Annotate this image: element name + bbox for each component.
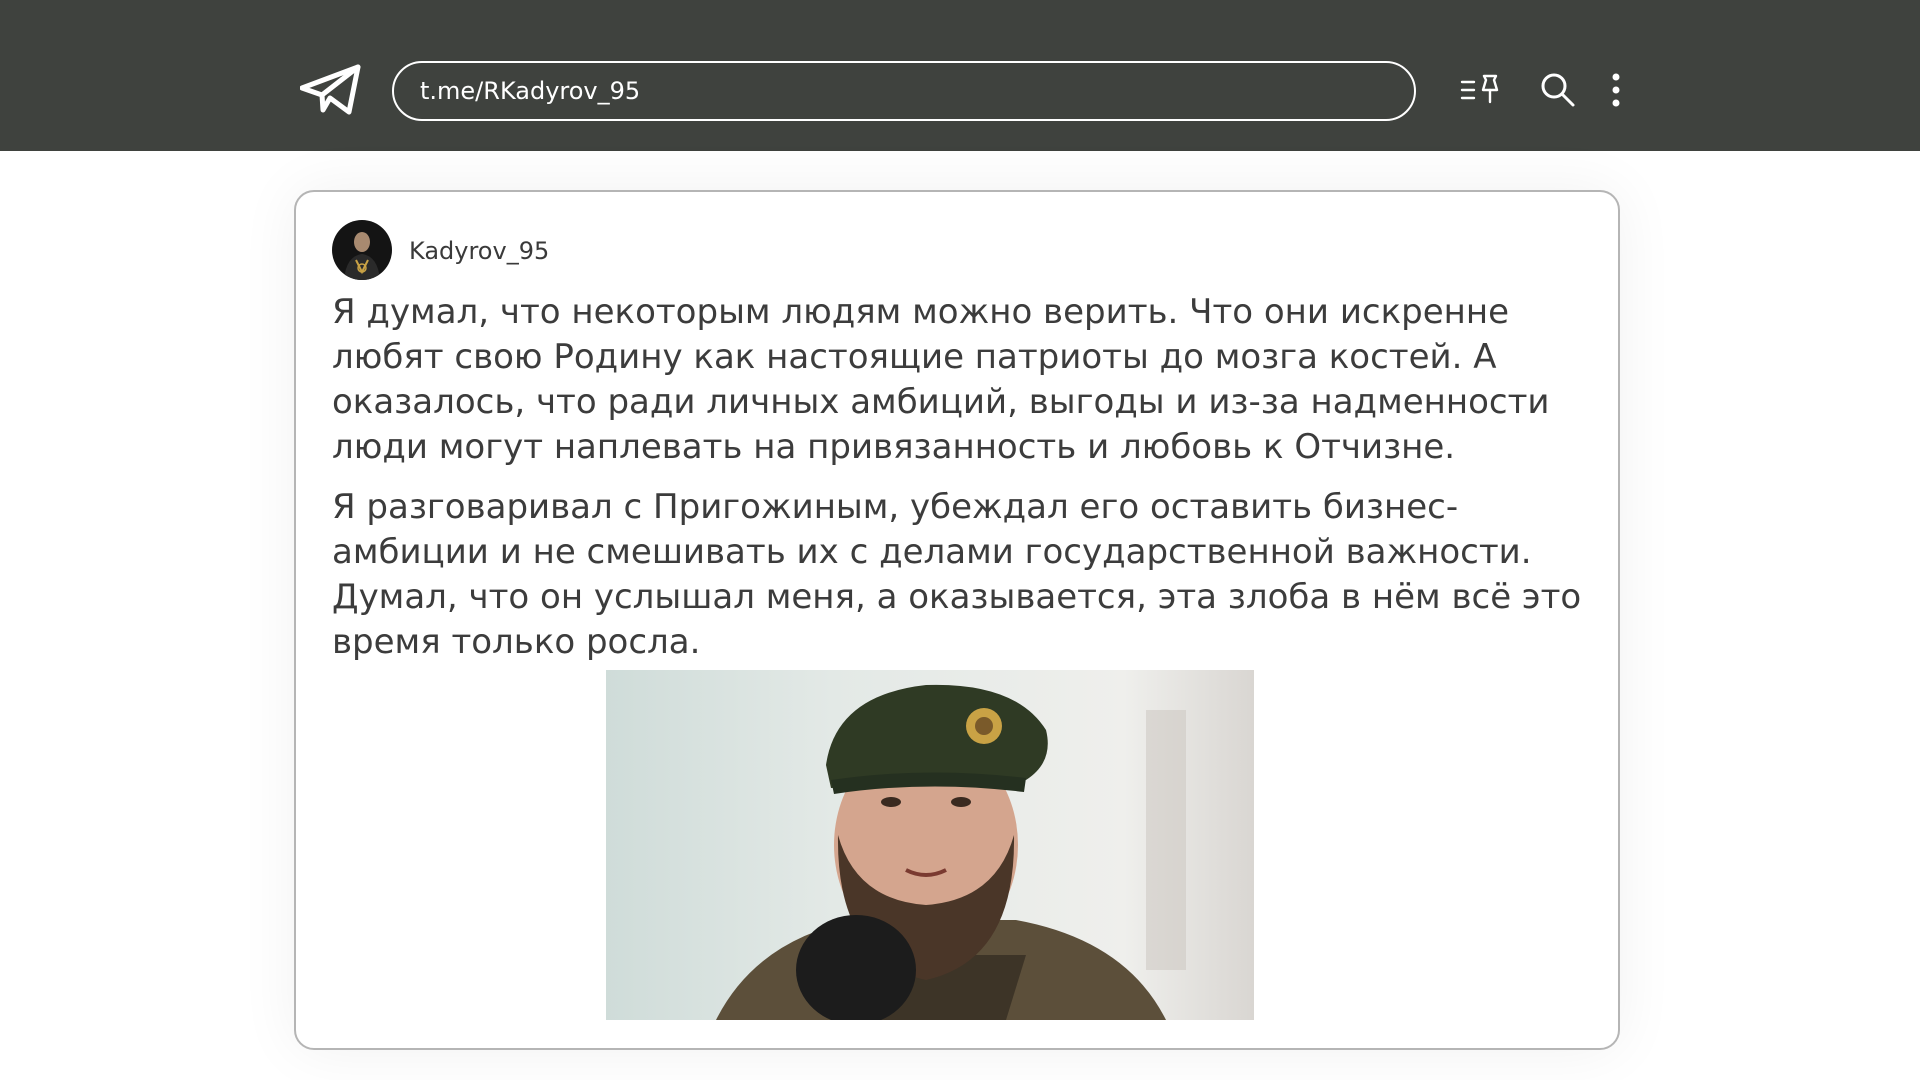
post-text: Я думал, что некоторым людям можно верит… <box>332 290 1592 680</box>
pinned-list-icon[interactable] <box>1460 70 1504 110</box>
more-vertical-icon[interactable] <box>1602 70 1630 110</box>
search-icon[interactable] <box>1538 70 1578 110</box>
top-bar: t.me/RKadyrov_95 <box>0 0 1920 151</box>
telegram-logo-icon[interactable] <box>299 64 362 116</box>
post-card: Kadyrov_95 Я думал, что некоторым людям … <box>294 190 1620 1050</box>
post-paragraph: Я думал, что некоторым людям можно верит… <box>332 292 1550 467</box>
channel-name[interactable]: Kadyrov_95 <box>409 236 549 266</box>
channel-avatar[interactable] <box>332 220 392 280</box>
url-field[interactable]: t.me/RKadyrov_95 <box>392 61 1416 121</box>
post-paragraph: Я разговаривал с Пригожиным, убеждал его… <box>332 487 1582 662</box>
post-photo[interactable] <box>606 670 1254 1020</box>
